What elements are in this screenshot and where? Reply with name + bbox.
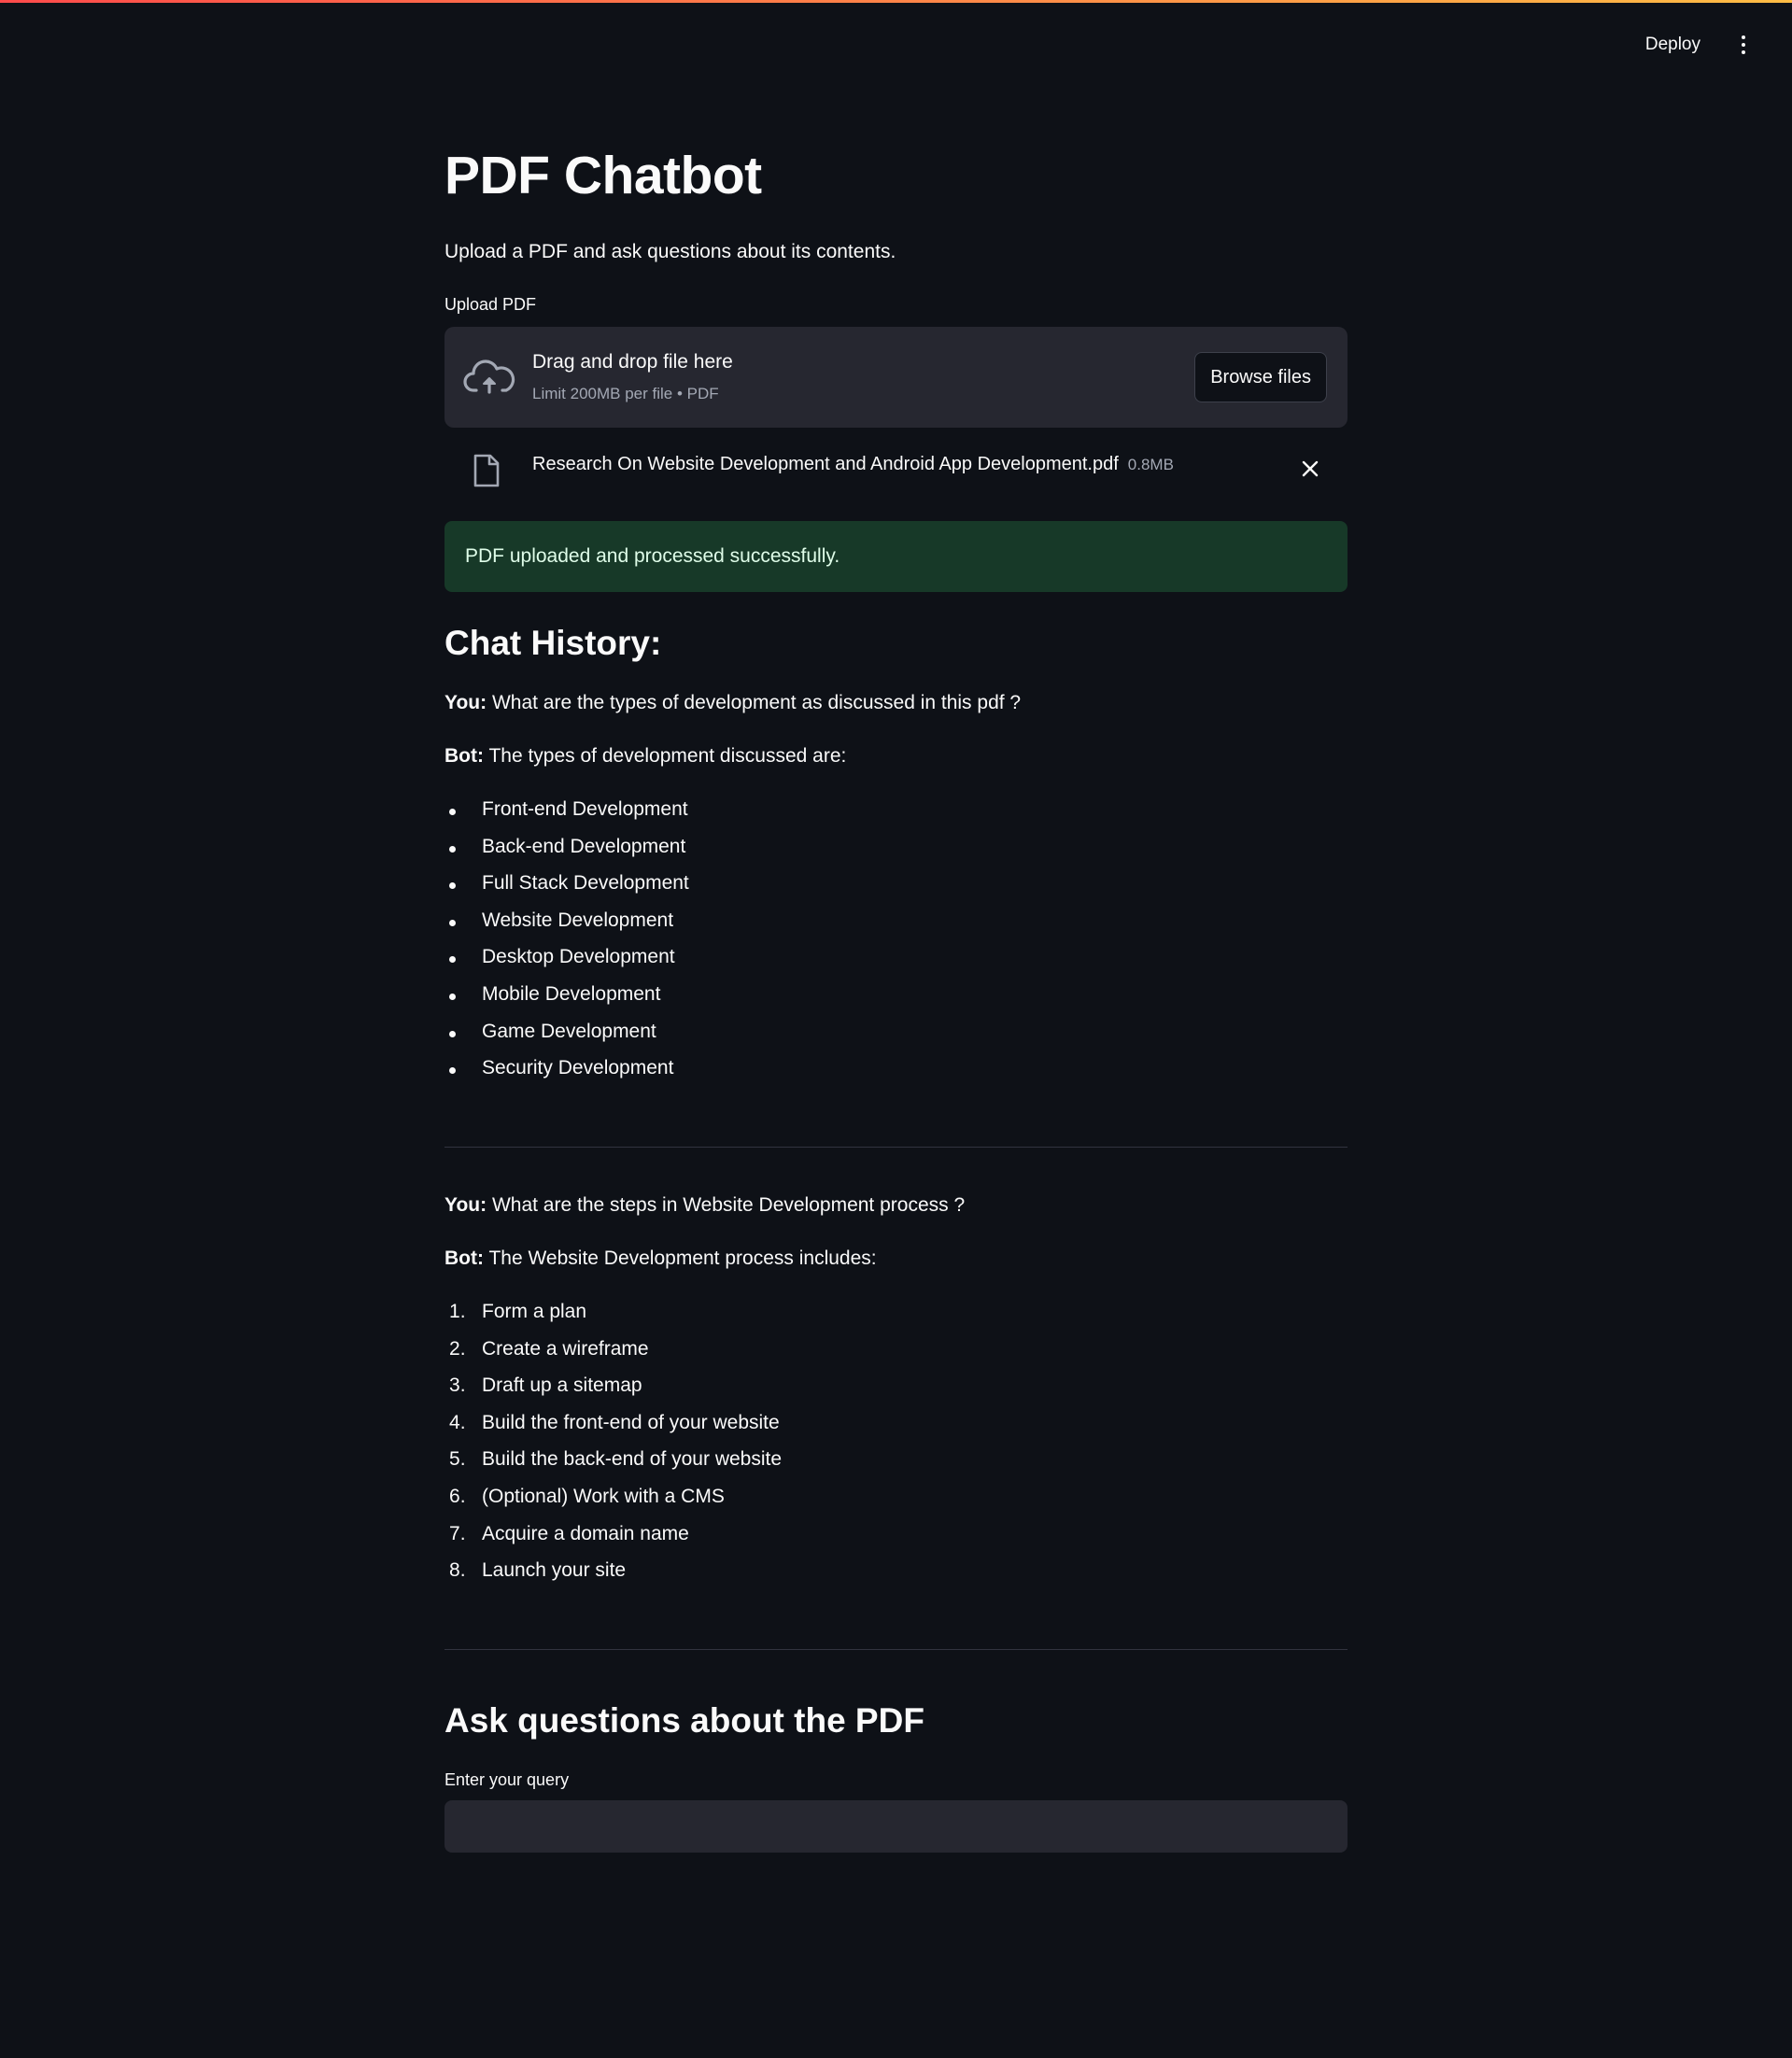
list-item: Draft up a sitemap [449,1374,642,1397]
success-alert: PDF uploaded and processed successfully. [444,521,1348,592]
query-input[interactable] [444,1800,1348,1853]
user-message-text: What are the types of development as dis… [491,692,1022,713]
cloud-upload-icon [463,359,515,394]
user-message-text: What are the steps in Website Developmen… [491,1194,966,1216]
list-item: Mobile Development [444,983,689,1021]
main-menu-button[interactable] [1732,26,1755,63]
file-icon [473,454,500,487]
file-name-text: Research On Website Development and Andr… [532,454,1119,474]
bot-message: Bot: The Website Development process inc… [444,1247,877,1270]
dropzone-limit-text: Limit 200MB per file • PDF [532,385,719,402]
file-size: 0.8MB [1127,456,1174,473]
vertical-ellipsis-icon [1742,35,1745,39]
list-item: Build the back-end of your website [449,1448,783,1471]
chat-history-heading: Chat History: [444,624,662,662]
uploaded-file-row: Research On Website Development and Andr… [444,443,1348,497]
divider [444,1649,1348,1650]
list-item: Build the front-end of your website [449,1411,780,1434]
ask-questions-heading: Ask questions about the PDF [444,1701,924,1740]
list-item: Form a plan [449,1301,587,1323]
you-label: You: [444,1194,487,1216]
list-item: Website Development [444,909,689,947]
uploaded-file-name: Research On Website Development and Andr… [532,454,1174,475]
user-message: You: What are the steps in Website Devel… [444,1194,965,1217]
upload-label: Upload PDF [444,295,537,314]
bot-label: Bot: [444,745,484,767]
user-message: You: What are the types of development a… [444,692,1021,714]
list-item: Security Development [444,1057,689,1094]
bot-message: Bot: The types of development discussed … [444,745,846,768]
deploy-button[interactable]: Deploy [1638,29,1708,61]
file-dropzone[interactable]: Drag and drop file here Limit 200MB per … [444,327,1348,428]
dropzone-title: Drag and drop file here [532,351,733,373]
query-label: Enter your query [444,1770,570,1789]
list-item: Full Stack Development [444,872,689,909]
list-item: Launch your site [449,1559,627,1582]
list-item: Acquire a domain name [449,1522,689,1545]
list-item: (Optional) Work with a CMS [449,1485,725,1508]
list-item: Create a wireframe [449,1337,649,1360]
list-item: Desktop Development [444,946,689,983]
bot-answer-list: Front-end Development Back-end Developme… [444,798,689,1094]
browse-files-button[interactable]: Browse files [1194,352,1327,402]
close-icon[interactable] [1299,458,1321,480]
divider [444,1147,1348,1148]
top-toolbar: Deploy [1638,26,1755,63]
top-decoration-stripe [0,0,1792,3]
page-title: PDF Chatbot [444,146,762,205]
bot-message-text: The Website Development process includes… [488,1247,877,1269]
page-subtitle: Upload a PDF and ask questions about its… [444,241,896,262]
bot-message-text: The types of development discussed are: [488,745,847,767]
bot-answer-list: Form a plan Create a wireframe Draft up … [444,1301,782,1597]
list-item: Back-end Development [444,836,689,873]
list-item: Game Development [444,1021,689,1058]
you-label: You: [444,692,487,713]
bot-label: Bot: [444,1247,484,1269]
list-item: Front-end Development [444,798,689,836]
